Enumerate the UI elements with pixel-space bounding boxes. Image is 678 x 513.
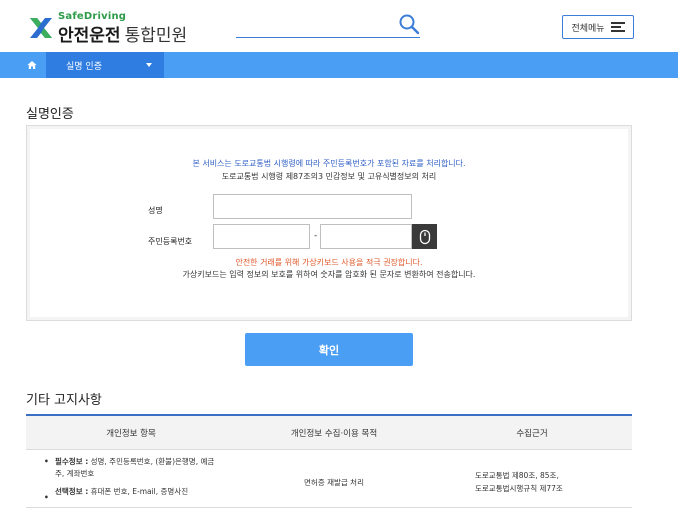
virtual-keyboard-button[interactable] xyxy=(412,224,437,249)
search-icon[interactable] xyxy=(398,13,420,35)
name-field[interactable] xyxy=(213,194,412,219)
bullet: • xyxy=(44,493,49,502)
brand-name: 안전운전 xyxy=(58,26,121,46)
breadcrumb-dropdown[interactable]: 실명 인증 xyxy=(46,52,164,78)
purpose-cell: 면허증 재발급 처리 xyxy=(304,478,364,487)
rrn-dash: - xyxy=(314,231,318,241)
form-legal-basis: 도로교통법 시행령 제87조의3 민감정보 및 고유식별정보의 처리 xyxy=(221,172,437,181)
required-info-cont: 주, 계좌번호 xyxy=(55,469,95,478)
confirm-button[interactable]: 확인 xyxy=(245,333,413,366)
basis-cell: 도로교통법 제80조, 85조, 도로교통법시행규칙 제77조 xyxy=(432,450,632,507)
column-header-basis: 수집근거 xyxy=(516,428,548,439)
home-button[interactable] xyxy=(18,52,46,78)
required-label: 필수정보 : xyxy=(55,457,89,466)
info-items-cell: • 필수정보 : 성명, 주민등록번호, (환불)은행명, 예금 주, 계좌번호… xyxy=(26,450,236,507)
required-info: 필수정보 : 성명, 주민등록번호, (환불)은행명, 예금 xyxy=(46,456,236,468)
brand-service: 통합민원 xyxy=(124,26,188,46)
verification-form: 본 서비스는 도로교통법 시행령에 따라 주민등록번호가 포함된 자료를 처리합… xyxy=(26,125,632,321)
rrn-front-field[interactable] xyxy=(213,224,310,249)
rrn-back-field[interactable] xyxy=(320,224,412,249)
column-header-item: 개인정보 항목 xyxy=(106,428,156,439)
required-text: 성명, 주민등록번호, (환불)은행명, 예금 xyxy=(88,457,215,466)
nav-bar: 실명 인증 xyxy=(0,52,678,78)
all-menu-label: 전체메뉴 xyxy=(571,23,605,34)
hamburger-icon xyxy=(610,22,625,32)
optional-label: 선택정보 : xyxy=(55,487,89,496)
page-title: 실명인증 xyxy=(26,107,74,122)
optional-info: 선택정보 : 휴대폰 번호, E-mail, 증명사진 xyxy=(46,486,236,498)
logo-icon[interactable] xyxy=(26,13,56,43)
bullet: • xyxy=(44,457,49,466)
mouse-icon xyxy=(419,229,430,244)
brand-title[interactable]: 안전운전 통합민원 xyxy=(58,21,187,46)
rrn-label: 주민등록번호 xyxy=(148,237,193,246)
virtual-keyboard-warning: 안전한 거래를 위해 가상키보드 사용을 적극 권장합니다. xyxy=(235,258,423,267)
header: SafeDriving 안전운전 통합민원 전체메뉴 xyxy=(0,0,678,52)
name-label: 성명 xyxy=(148,206,163,215)
all-menu-button[interactable]: 전체메뉴 xyxy=(562,15,634,39)
home-icon xyxy=(27,61,37,69)
form-notice: 본 서비스는 도로교통법 시행령에 따라 주민등록번호가 포함된 자료를 처리합… xyxy=(192,159,466,168)
breadcrumb-label: 실명 인증 xyxy=(66,61,102,72)
virtual-keyboard-info: 가상키보드는 입력 정보의 보호를 위하여 숫자를 암호화 된 문자로 변환하여… xyxy=(182,270,476,279)
column-header-purpose: 개인정보 수집·이용 목적 xyxy=(290,428,378,439)
table-header: 개인정보 항목 개인정보 수집·이용 목적 수집근거 xyxy=(26,414,632,450)
chevron-down-icon xyxy=(146,63,152,67)
basis-line: 도로교통법 제80조, 85조, xyxy=(475,470,559,480)
form-inner: 본 서비스는 도로교통법 시행령에 따라 주민등록번호가 포함된 자료를 처리합… xyxy=(30,129,628,317)
search-input[interactable] xyxy=(236,37,420,38)
notice-section-title: 기타 고지사항 xyxy=(26,393,102,408)
privacy-notice-table: 개인정보 항목 개인정보 수집·이용 목적 수집근거 • 필수정보 : 성명, … xyxy=(26,414,632,508)
table-row: • 필수정보 : 성명, 주민등록번호, (환불)은행명, 예금 주, 계좌번호… xyxy=(26,450,632,508)
basis-line: 도로교통법시행규칙 제77조 xyxy=(475,483,563,493)
optional-text: 휴대폰 번호, E-mail, 증명사진 xyxy=(88,487,189,496)
